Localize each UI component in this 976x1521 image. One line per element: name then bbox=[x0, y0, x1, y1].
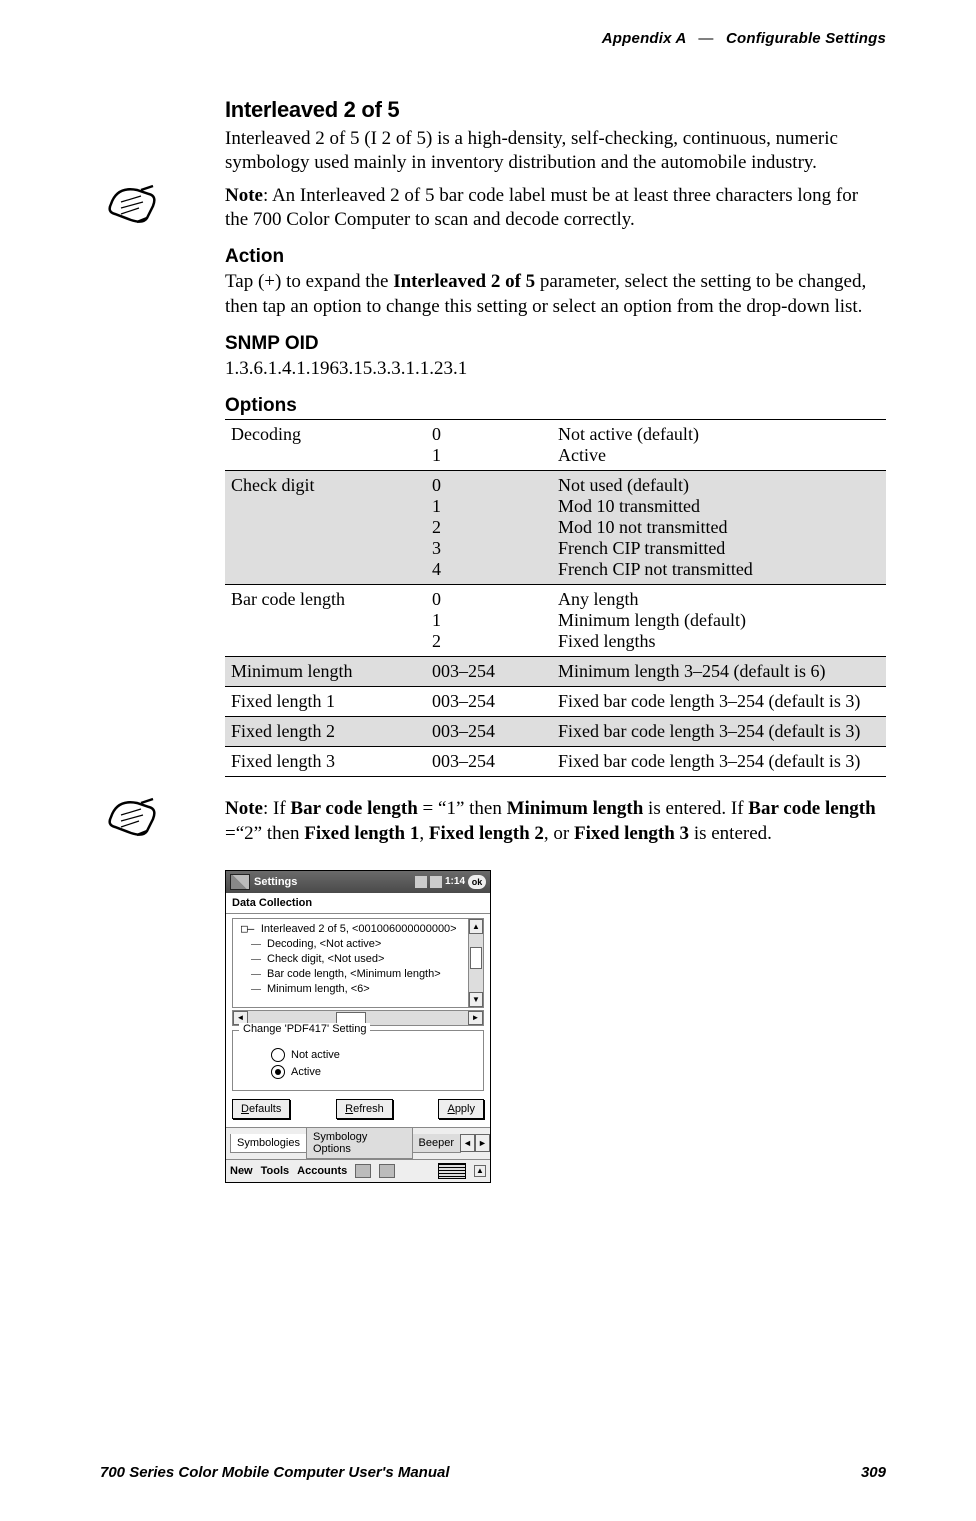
sip-menu-icon[interactable]: ▲ bbox=[474, 1165, 486, 1177]
running-header: Appendix A — Configurable Settings bbox=[100, 30, 886, 47]
action-paragraph: Tap (+) to expand the Interleaved 2 of 5… bbox=[225, 270, 886, 319]
section-title: Interleaved 2 of 5 bbox=[225, 97, 886, 123]
note-icon bbox=[107, 184, 159, 224]
connectivity-icon[interactable] bbox=[415, 876, 427, 888]
radio-label: Active bbox=[291, 1066, 321, 1078]
device-titlebar: Settings 1:14 ok bbox=[226, 871, 490, 893]
command-bar: New Tools Accounts ▲ bbox=[226, 1159, 490, 1182]
radio-icon bbox=[271, 1048, 285, 1062]
menu-tools[interactable]: Tools bbox=[261, 1165, 290, 1177]
option-name: Fixed length 3 bbox=[225, 747, 426, 777]
tree-node[interactable]: Bar code length, <Minimum length> bbox=[241, 967, 479, 982]
header-section: Configurable Settings bbox=[726, 30, 886, 47]
radio-label: Not active bbox=[291, 1049, 340, 1061]
header-appendix: Appendix A bbox=[602, 30, 686, 47]
option-name: Fixed length 1 bbox=[225, 687, 426, 717]
change-setting-group: Change 'PDF417' Setting Not active Activ… bbox=[232, 1030, 484, 1091]
table-row: Minimum length003–254Minimum length 3–25… bbox=[225, 657, 886, 687]
page-footer: 700 Series Color Mobile Computer User's … bbox=[100, 1464, 886, 1481]
action-heading: Action bbox=[225, 246, 886, 268]
option-codes: 0 1 2 bbox=[426, 585, 552, 657]
option-codes: 003–254 bbox=[426, 747, 552, 777]
refresh-button[interactable]: Refresh bbox=[336, 1099, 393, 1119]
table-row: Fixed length 2003–254Fixed bar code leng… bbox=[225, 717, 886, 747]
footer-manual-title: 700 Series Color Mobile Computer User's … bbox=[100, 1464, 450, 1481]
tab-scroll-right-icon[interactable]: ► bbox=[475, 1134, 490, 1152]
option-description: Any length Minimum length (default) Fixe… bbox=[552, 585, 886, 657]
clock[interactable]: 1:14 bbox=[445, 876, 465, 887]
options-table: Decoding0 1Not active (default) ActiveCh… bbox=[225, 419, 886, 777]
window-title: Settings bbox=[254, 876, 411, 888]
option-description: Minimum length 3–254 (default is 6) bbox=[552, 657, 886, 687]
option-description: Fixed bar code length 3–254 (default is … bbox=[552, 747, 886, 777]
option-codes: 0 1 2 3 4 bbox=[426, 471, 552, 585]
header-sep: — bbox=[690, 30, 721, 47]
tree-node[interactable]: Decoding, <Not active> bbox=[241, 937, 479, 952]
radio-icon bbox=[271, 1065, 285, 1079]
start-flag-icon[interactable] bbox=[230, 874, 250, 890]
scroll-up-icon[interactable]: ▲ bbox=[469, 919, 483, 934]
table-row: Fixed length 3003–254Fixed bar code leng… bbox=[225, 747, 886, 777]
option-codes: 0 1 bbox=[426, 420, 552, 471]
vertical-scrollbar[interactable]: ▲ ▼ bbox=[468, 919, 483, 1007]
note-1-label: Note bbox=[225, 185, 263, 206]
table-row: Check digit0 1 2 3 4Not used (default) M… bbox=[225, 471, 886, 585]
option-codes: 003–254 bbox=[426, 717, 552, 747]
option-description: Not used (default) Mod 10 transmitted Mo… bbox=[552, 471, 886, 585]
ok-button[interactable]: ok bbox=[468, 875, 486, 889]
note-2: Note: If Bar code length = “1” then Mini… bbox=[225, 797, 886, 846]
options-heading: Options bbox=[225, 395, 886, 417]
tree-node-parent[interactable]: Interleaved 2 of 5, <001006000000000> bbox=[241, 921, 479, 937]
tree-node[interactable]: Minimum length, <6> bbox=[241, 982, 479, 997]
settings-tree[interactable]: Interleaved 2 of 5, <001006000000000> De… bbox=[232, 918, 484, 1008]
radio-not-active[interactable]: Not active bbox=[271, 1048, 475, 1062]
option-description: Not active (default) Active bbox=[552, 420, 886, 471]
option-codes: 003–254 bbox=[426, 657, 552, 687]
volume-icon[interactable] bbox=[430, 876, 442, 888]
option-name: Decoding bbox=[225, 420, 426, 471]
scroll-thumb[interactable] bbox=[470, 947, 482, 969]
tab-scroll-left-icon[interactable]: ◄ bbox=[460, 1134, 475, 1152]
note-2-label: Note bbox=[225, 798, 263, 819]
status-icon[interactable] bbox=[355, 1164, 371, 1178]
note-1: Note: An Interleaved 2 of 5 bar code lab… bbox=[225, 184, 886, 233]
note-1-text: : An Interleaved 2 of 5 bar code label m… bbox=[225, 185, 858, 230]
option-codes: 003–254 bbox=[426, 687, 552, 717]
option-description: Fixed bar code length 3–254 (default is … bbox=[552, 717, 886, 747]
apply-button[interactable]: Apply bbox=[438, 1099, 484, 1119]
status-icon[interactable] bbox=[379, 1164, 395, 1178]
tree-node[interactable]: Check digit, <Not used> bbox=[241, 952, 479, 967]
action-param-name: Interleaved 2 of 5 bbox=[393, 271, 535, 292]
scroll-right-icon[interactable]: ► bbox=[468, 1011, 483, 1025]
option-description: Fixed bar code length 3–254 (default is … bbox=[552, 687, 886, 717]
radio-active[interactable]: Active bbox=[271, 1065, 475, 1079]
table-row: Fixed length 1003–254Fixed bar code leng… bbox=[225, 687, 886, 717]
menu-new[interactable]: New bbox=[230, 1165, 253, 1177]
defaults-button[interactable]: Defaults bbox=[232, 1099, 290, 1119]
option-name: Bar code length bbox=[225, 585, 426, 657]
menu-accounts[interactable]: Accounts bbox=[297, 1165, 347, 1177]
note-icon bbox=[107, 797, 159, 837]
option-name: Minimum length bbox=[225, 657, 426, 687]
option-name: Fixed length 2 bbox=[225, 717, 426, 747]
device-screenshot: Settings 1:14 ok Data Collection Interle… bbox=[225, 870, 491, 1183]
table-row: Bar code length0 1 2Any length Minimum l… bbox=[225, 585, 886, 657]
snmp-oid-value: 1.3.6.1.4.1.1963.15.3.3.1.1.23.1 bbox=[225, 357, 886, 381]
scroll-down-icon[interactable]: ▼ bbox=[469, 992, 483, 1007]
group-legend: Change 'PDF417' Setting bbox=[239, 1023, 370, 1035]
action-text-a: Tap (+) to expand the bbox=[225, 271, 393, 292]
tab-symbologies[interactable]: Symbologies bbox=[230, 1134, 307, 1153]
system-tray: 1:14 ok bbox=[415, 875, 486, 889]
tab-strip: Symbologies Symbology Options Beeper ◄ ► bbox=[226, 1127, 490, 1159]
intro-paragraph: Interleaved 2 of 5 (I 2 of 5) is a high-… bbox=[225, 127, 886, 176]
sip-keyboard-icon[interactable] bbox=[438, 1163, 466, 1179]
option-name: Check digit bbox=[225, 471, 426, 585]
panel-title: Data Collection bbox=[226, 893, 490, 914]
table-row: Decoding0 1Not active (default) Active bbox=[225, 420, 886, 471]
tab-symbology-options[interactable]: Symbology Options bbox=[306, 1128, 413, 1159]
footer-page-number: 309 bbox=[861, 1464, 886, 1481]
tab-beeper[interactable]: Beeper bbox=[412, 1134, 461, 1153]
snmp-heading: SNMP OID bbox=[225, 333, 886, 355]
